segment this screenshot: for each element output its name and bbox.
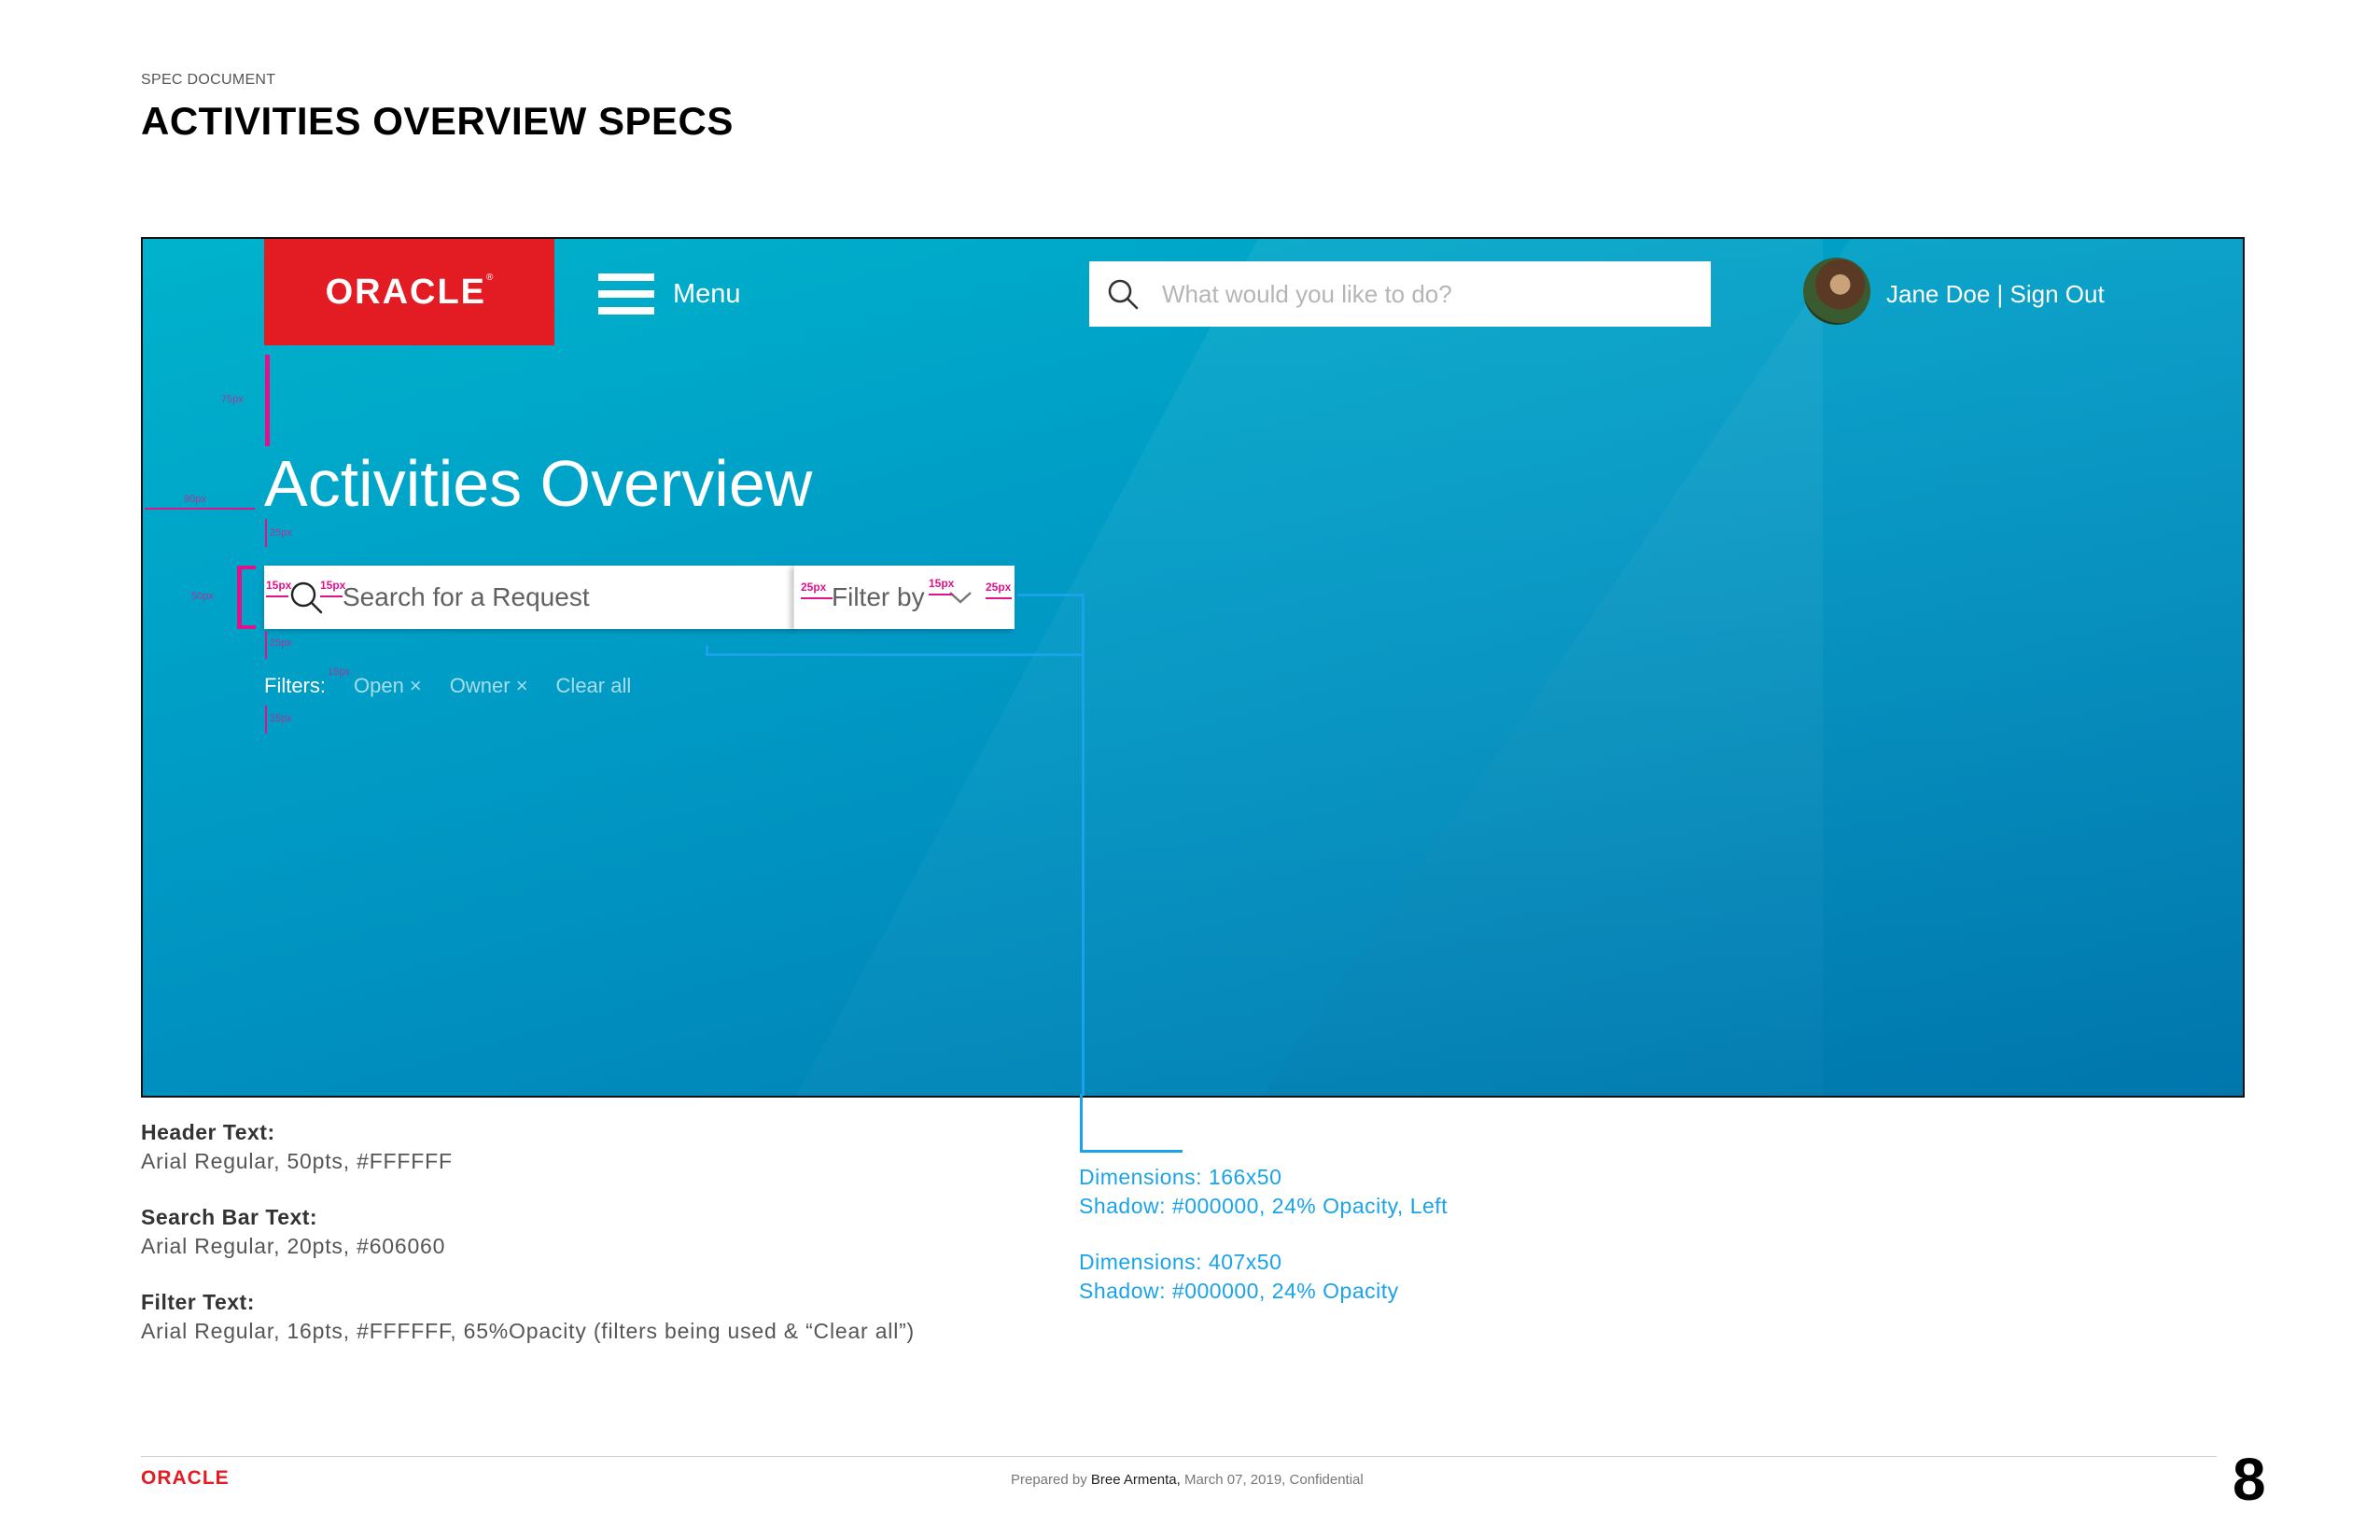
callout-line [706,653,1085,656]
spacing-marker [265,706,267,734]
spec-value: Arial Regular, 50pts, #FFFFFF [141,1149,453,1173]
spacing-label: 25px [801,581,827,594]
callout-dimensions: Dimensions: 166x50 [1079,1165,1282,1189]
logo-wordmark: ORACLE® [325,273,494,312]
page-number: 8 [2233,1446,2266,1513]
oracle-logo[interactable]: ORACLE® [264,239,554,345]
chevron-down-icon [948,592,972,604]
spacing-marker [986,597,1012,599]
footer-prepared-by: Prepared by Bree Armenta, March 07, 2019… [1011,1472,1364,1488]
spacing-label: 25px [270,637,292,649]
callout-shadow: Shadow: #000000, 24% Opacity [1079,1279,1399,1303]
spacing-marker [266,595,288,597]
clear-all-filters-link[interactable]: Clear all [556,674,632,698]
filter-chip-open[interactable]: Open × [354,674,422,698]
menu-label: Menu [673,278,741,309]
spacing-marker [145,508,255,510]
spacing-label: 15px [266,579,292,592]
spacing-marker [237,566,242,629]
filters-label: Filters: [264,674,326,697]
callout-line [1080,1094,1083,1152]
callout-line [1080,1150,1183,1153]
page-heading: Activities Overview [264,447,813,520]
ui-mockup: ORACLE® Menu Jane Doe | Sign Out Activit… [141,237,2245,1098]
document-title: ACTIVITIES OVERVIEW SPECS [141,99,734,143]
filter-chip-owner[interactable]: Owner × [450,674,528,698]
callout-dimensions: Dimensions: 407x50 [1079,1250,1282,1274]
spacing-label: 25px [270,713,292,724]
spacing-label: 15px [328,666,350,678]
user-sign-out-link[interactable]: Jane Doe | Sign Out [1886,280,2105,309]
spacing-label: 15px [320,579,346,592]
active-filters: Filters: Open × Owner × Clear all [264,674,631,698]
filter-by-label: Filter by [832,582,925,611]
spacing-label: 50px [191,591,214,602]
callout-line [1017,594,1085,596]
spacing-marker [237,625,256,629]
spec-heading: Filter Text: [141,1290,255,1314]
global-search-bar[interactable] [1089,261,1711,327]
global-search-input[interactable] [1160,278,1687,310]
document-label: SPEC DOCUMENT [141,72,276,88]
spacing-label: 15px [929,577,955,590]
spacing-marker [265,519,267,547]
spacing-marker [929,594,953,595]
callout-line [1082,594,1085,1096]
spacing-label: 75px [221,394,244,405]
spacing-marker [265,355,270,446]
spacing-marker [265,631,267,659]
search-icon [290,581,323,614]
search-icon [1108,279,1139,310]
spacing-marker [237,566,256,569]
callout-shadow: Shadow: #000000, 24% Opacity, Left [1079,1194,1449,1218]
footer-oracle-logo: ORACLE [141,1467,230,1489]
spec-heading: Search Bar Text: [141,1205,318,1229]
spec-value: Arial Regular, 16pts, #FFFFFF, 65%Opacit… [141,1319,916,1343]
spec-value: Arial Regular, 20pts, #606060 [141,1234,446,1258]
spacing-marker [320,595,343,597]
request-search-bar[interactable] [264,566,793,629]
footer-divider [141,1456,2217,1457]
spacing-marker [801,597,833,599]
avatar[interactable] [1803,258,1870,325]
spacing-label: 90px [184,494,206,505]
spec-heading: Header Text: [141,1120,275,1144]
spacing-label: 25px [270,527,292,539]
hamburger-icon [598,273,654,315]
spacing-label: 25px [986,581,1012,594]
request-search-input[interactable] [341,581,783,613]
menu-button[interactable]: Menu [598,273,741,315]
